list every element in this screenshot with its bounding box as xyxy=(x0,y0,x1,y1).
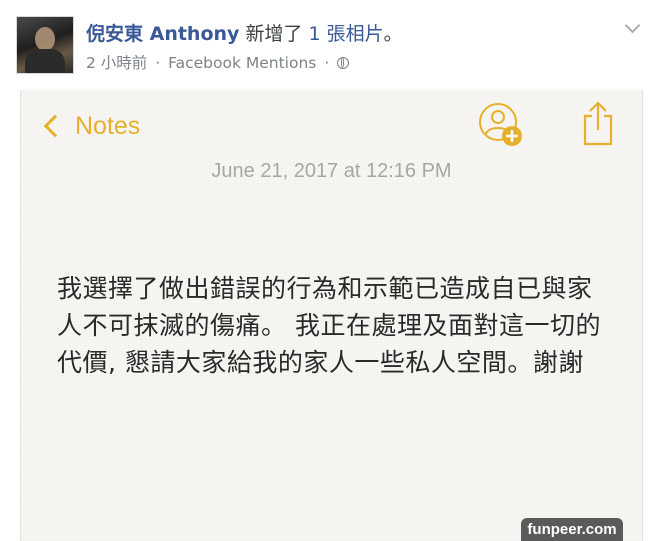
add-person-icon[interactable] xyxy=(478,102,524,148)
chevron-down-icon[interactable] xyxy=(624,17,641,34)
post-header: 倪安東 Anthony 新增了 1 張相片。 2 小時前 · Facebook … xyxy=(0,0,660,86)
post-photo[interactable]: Notes June 21, 2017 at 12:16 PM 我選擇了做出錯誤… xyxy=(20,90,643,541)
action-prefix: 新增了 xyxy=(245,23,303,45)
post-headline: 倪安東 Anthony 新增了 1 張相片。 xyxy=(86,19,403,46)
source-link[interactable]: Facebook Mentions xyxy=(168,54,316,72)
author-name-link[interactable]: 倪安東 Anthony xyxy=(86,23,239,45)
note-body-text: 我選擇了做出錯誤的行為和示範已造成自已與家人不可抹滅的傷痛。 我正在處理及面對這… xyxy=(57,274,601,377)
notes-back-button[interactable]: Notes xyxy=(41,108,140,144)
post-timestamp-link[interactable]: 2 小時前 xyxy=(86,54,147,72)
avatar[interactable] xyxy=(16,16,74,74)
back-chevron-icon xyxy=(43,114,67,138)
globe-icon[interactable] xyxy=(337,57,350,69)
meta-separator: · xyxy=(155,54,161,72)
share-icon[interactable] xyxy=(581,100,615,146)
notes-back-label: Notes xyxy=(75,111,141,140)
note-date: June 21, 2017 at 12:16 PM xyxy=(211,160,452,182)
meta-separator-2: · xyxy=(324,54,330,72)
watermark-logo: funpeer.com xyxy=(521,518,623,541)
photo-count-link[interactable]: 1 張相片 xyxy=(309,23,384,45)
avatar-figure-head xyxy=(35,27,55,51)
action-suffix: 。 xyxy=(383,23,403,45)
avatar-figure-body xyxy=(25,49,65,73)
post-meta: 2 小時前 · Facebook Mentions · xyxy=(86,51,350,73)
